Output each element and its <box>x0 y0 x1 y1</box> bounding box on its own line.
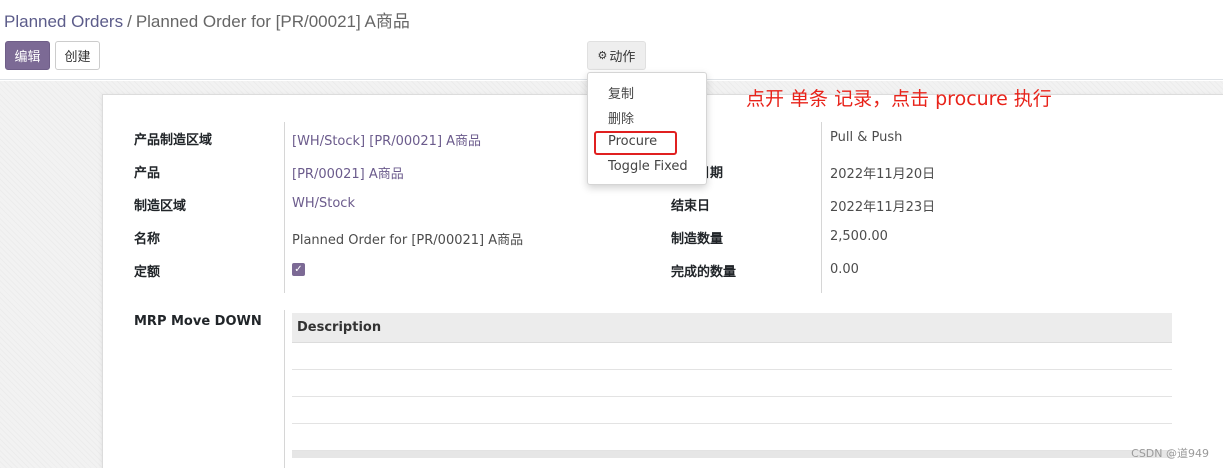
breadcrumb-parent-link[interactable]: Planned Orders <box>4 12 123 31</box>
field-value-product[interactable]: [PR/00021] A商品 <box>292 163 404 182</box>
field-value-mfg-area[interactable]: WH/Stock <box>292 196 355 211</box>
breadcrumb-separator: / <box>127 12 132 31</box>
field-label-done-qty: 完成的数量 <box>671 265 737 280</box>
mrp-move-label: MRP Move DOWN <box>134 314 262 329</box>
menu-item-duplicate[interactable]: 复制 <box>608 83 634 102</box>
edit-button[interactable]: 编辑 <box>5 41 50 70</box>
table-row <box>292 397 1172 424</box>
action-label: 动作 <box>609 50 636 65</box>
field-value-release-date: 2022年11月20日 <box>830 167 936 182</box>
breadcrumb-current: Planned Order for [PR/00021] A商品 <box>135 12 410 31</box>
field-label-end-date: 结束日 <box>671 199 711 214</box>
gear-icon: ⚙ <box>597 49 608 62</box>
table-row <box>292 343 1172 370</box>
field-value-end-date: 2022年11月23日 <box>830 200 936 215</box>
action-dropdown-menu: 复制 删除 Procure Toggle Fixed <box>587 72 707 185</box>
field-value-product-mfg-area[interactable]: [WH/Stock] [PR/00021] A商品 <box>292 130 481 149</box>
field-value-mfg-qty: 2,500.00 <box>830 229 888 244</box>
menu-item-toggle-fixed[interactable]: Toggle Fixed <box>608 159 688 174</box>
table-row <box>292 424 1172 451</box>
field-label-name: 名称 <box>134 232 161 247</box>
left-column-divider <box>284 122 285 293</box>
breadcrumb: Planned Orders / Planned Order for [PR/000… <box>4 7 410 32</box>
field-label-mfg-area: 制造区域 <box>134 199 187 214</box>
field-label-product: 产品 <box>134 166 161 181</box>
move-table-header: Description <box>292 313 1172 343</box>
red-annotation-text: 点开 单条 记录，点击 procure 执行 <box>746 88 1052 110</box>
field-label-fixed: 定额 <box>134 265 161 280</box>
field-value-name: Planned Order for [PR/00021] A商品 <box>292 233 524 248</box>
field-value-done-qty: 0.00 <box>830 262 859 277</box>
column-header-description[interactable]: Description <box>297 320 381 335</box>
action-dropdown-button[interactable]: ⚙ 动作 <box>587 41 646 70</box>
field-label-product-mfg-area: 产品制造区域 <box>134 133 213 148</box>
watermark: CSDN @道949 <box>1131 447 1209 460</box>
menu-item-delete[interactable]: 删除 <box>608 108 634 127</box>
field-value-action: Pull & Push <box>830 130 903 145</box>
fixed-checkbox: ✓ <box>292 263 305 276</box>
table-row <box>292 370 1172 397</box>
table-footer <box>292 451 1172 458</box>
check-icon: ✓ <box>294 263 303 275</box>
field-label-mfg-qty: 制造数量 <box>671 232 724 247</box>
right-column-divider <box>821 122 822 293</box>
menu-item-procure[interactable]: Procure <box>608 134 657 149</box>
create-button[interactable]: 创建 <box>55 41 100 70</box>
move-section-divider <box>284 310 285 468</box>
control-panel: Planned Orders / Planned Order for [PR/000… <box>0 0 1223 80</box>
